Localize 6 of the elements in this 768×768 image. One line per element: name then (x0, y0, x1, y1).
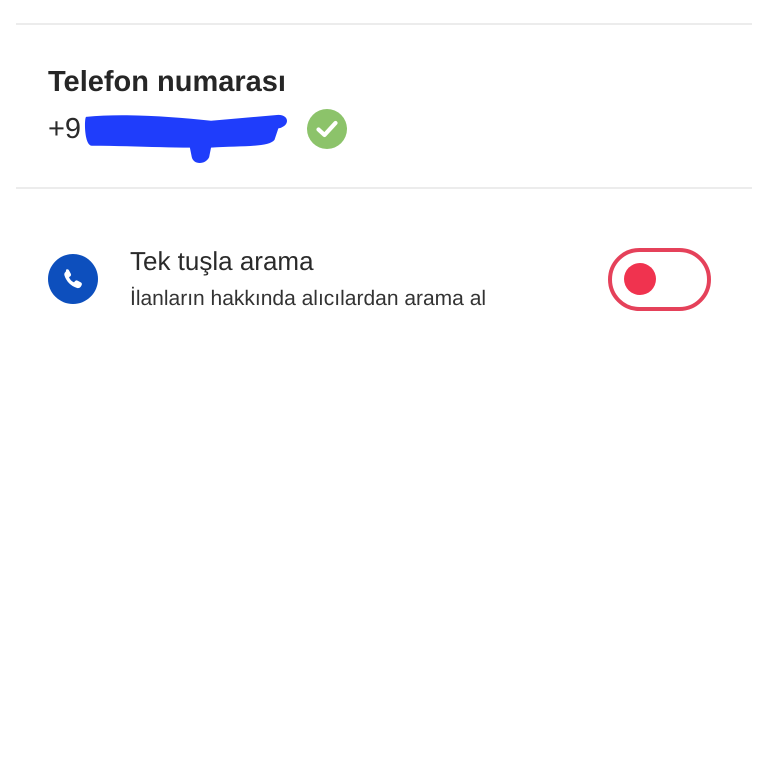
setting-description: İlanların hakkında alıcılardan arama al (130, 286, 486, 312)
toggle-knob (624, 263, 656, 295)
phone-number: +9 (48, 112, 82, 146)
phone-icon (48, 254, 98, 304)
setting-title: Tek tuşla arama (130, 245, 314, 277)
section-title: Telefon numarası (48, 65, 287, 99)
